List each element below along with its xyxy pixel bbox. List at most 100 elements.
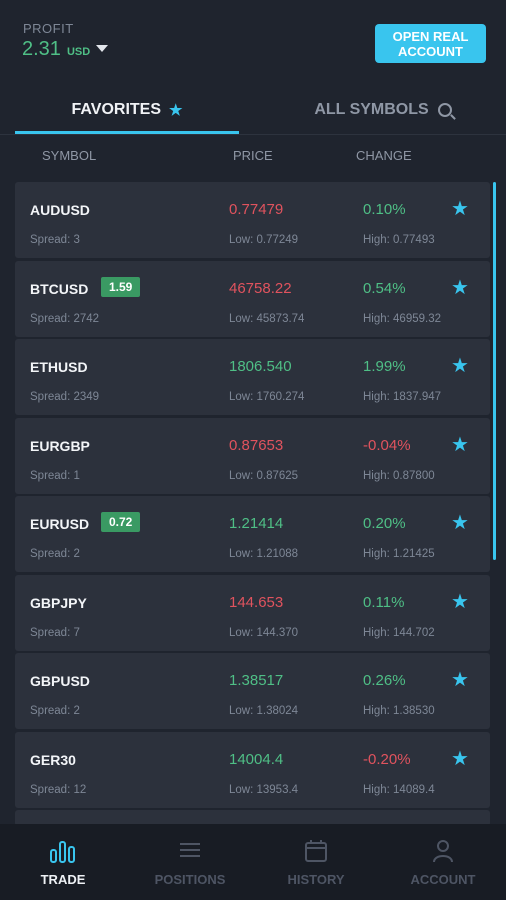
symbol-name: EURUSD xyxy=(30,516,90,532)
price-value: 1806.540 xyxy=(229,358,292,375)
change-value: -0.04% xyxy=(363,436,411,454)
nav-positions[interactable]: POSITIONS xyxy=(127,824,253,900)
spread-value: Spread: 2 xyxy=(30,705,80,717)
trade-chart-icon xyxy=(50,841,75,863)
symbol-row[interactable]: EURUSD 0.72 Spread: 2 1.21414 Low: 1.21088 0.… xyxy=(15,496,490,572)
divider xyxy=(0,134,506,135)
symbol-list: AUDUSD Spread: 3 0.77479 Low: 0.77249 0.10% H… xyxy=(15,182,490,829)
symbol-badge: 0.72 xyxy=(101,512,141,532)
low-value: Low: 1760.274 xyxy=(229,391,305,403)
change-value: 0.54% xyxy=(363,279,406,297)
low-value: Low: 0.77249 xyxy=(229,234,299,246)
high-value: High: 0.77493 xyxy=(363,234,435,246)
nav-account-label: ACCOUNT xyxy=(410,872,476,887)
profit-selector[interactable]: 2.31 USD xyxy=(22,38,109,61)
calendar-icon xyxy=(305,840,327,862)
spread-value: Spread: 2349 xyxy=(30,391,100,403)
change-value: 0.26% xyxy=(363,672,406,689)
change-value: 1.99% xyxy=(363,358,406,375)
favorite-star-icon[interactable]: ★ xyxy=(451,432,469,457)
price-value: 144.653 xyxy=(229,593,284,611)
change-value: 0.11% xyxy=(363,593,405,611)
column-header-price: PRICE xyxy=(233,148,273,163)
profit-value: 2.31 xyxy=(22,38,61,60)
symbol-badge: 1.59 xyxy=(101,276,141,297)
symbol-row[interactable]: BTCUSD 1.59 Spread: 2742 46758.22 Low: 45873… xyxy=(15,260,490,337)
favorite-star-icon[interactable]: ★ xyxy=(451,746,469,771)
nav-trade[interactable]: TRADE xyxy=(0,824,126,900)
price-value: 0.87653 xyxy=(229,436,284,454)
change-value: -0.20% xyxy=(363,750,411,768)
tab-all-symbols-label: ALL SYMBOLS xyxy=(314,101,429,118)
price-value: 0.77479 xyxy=(229,201,284,218)
tab-bar: FAVORITES ★ ALL SYMBOLS xyxy=(0,88,506,134)
star-icon: ★ xyxy=(169,102,183,119)
column-header-change: CHANGE xyxy=(356,148,412,163)
symbol-row[interactable]: GBPUSD Spread: 2 1.38517 Low: 1.38024 0.26% H… xyxy=(15,653,490,729)
favorite-star-icon[interactable]: ★ xyxy=(451,589,469,614)
low-value: Low: 45873.74 xyxy=(229,312,305,325)
high-value: High: 1.21425 xyxy=(363,548,435,560)
high-value: High: 0.87800 xyxy=(363,469,435,482)
top-bar: PROFIT 2.31 USD OPEN REAL ACCOUNT xyxy=(0,0,506,90)
nav-history-label: HISTORY xyxy=(287,872,345,887)
scrollbar[interactable] xyxy=(493,182,496,560)
column-header-symbol: SYMBOL xyxy=(42,148,97,163)
caret-down-icon[interactable] xyxy=(96,45,109,52)
tab-all-symbols[interactable]: ALL SYMBOLS xyxy=(260,88,506,132)
search-icon xyxy=(437,103,452,117)
price-value: 46758.22 xyxy=(229,279,292,297)
column-headers: SYMBOL PRICE CHANGE xyxy=(0,148,506,168)
symbol-name: BTCUSD xyxy=(30,280,89,297)
favorite-star-icon[interactable]: ★ xyxy=(451,353,469,378)
spread-value: Spread: 3 xyxy=(30,234,80,246)
symbol-row[interactable]: ETHUSD Spread: 2349 1806.540 Low: 1760.274 1… xyxy=(15,339,490,415)
favorite-star-icon[interactable]: ★ xyxy=(451,667,469,692)
symbol-name: GBPJPY xyxy=(30,594,87,611)
spread-value: Spread: 7 xyxy=(30,626,80,639)
favorite-star-icon[interactable]: ★ xyxy=(451,275,469,300)
symbol-name: EURGBP xyxy=(30,437,90,454)
nav-account[interactable]: ACCOUNT xyxy=(380,824,506,900)
spread-value: Spread: 1 xyxy=(30,469,80,482)
low-value: Low: 13953.4 xyxy=(229,783,299,796)
high-value: High: 14089.4 xyxy=(363,783,435,796)
spread-value: Spread: 2742 xyxy=(30,312,100,325)
tab-favorites-label: FAVORITES xyxy=(71,101,162,118)
change-value: 0.10% xyxy=(363,201,406,218)
symbol-row[interactable]: AUDUSD Spread: 3 0.77479 Low: 0.77249 0.10% H… xyxy=(15,182,490,258)
change-value: 0.20% xyxy=(363,515,406,532)
favorite-star-icon[interactable]: ★ xyxy=(451,510,469,535)
price-value: 1.21414 xyxy=(229,515,284,532)
symbol-row[interactable]: GER30 Spread: 12 14004.4 Low: 13953.4 -0.20%… xyxy=(15,731,490,808)
spread-value: Spread: 12 xyxy=(30,783,87,796)
open-real-account-button[interactable]: OPEN REAL ACCOUNT xyxy=(375,24,486,63)
low-value: Low: 0.87625 xyxy=(229,469,299,482)
high-value: High: 1.38530 xyxy=(363,705,435,717)
high-value: High: 1837.947 xyxy=(363,391,442,403)
price-value: 1.38517 xyxy=(229,672,284,689)
bottom-navigation: TRADE POSITIONS HISTORY ACCOUNT xyxy=(0,824,506,900)
high-value: High: 144.702 xyxy=(363,626,435,639)
favorite-star-icon[interactable]: ★ xyxy=(451,196,469,221)
tab-favorites[interactable]: FAVORITES ★ xyxy=(15,88,239,132)
nav-history[interactable]: HISTORY xyxy=(253,824,379,900)
symbol-name: GBPUSD xyxy=(30,673,90,689)
symbol-row[interactable]: GBPJPY Spread: 7 144.653 Low: 144.370 0.11% H… xyxy=(15,574,490,651)
user-icon xyxy=(433,840,453,863)
low-value: Low: 1.38024 xyxy=(229,705,299,717)
spread-value: Spread: 2 xyxy=(30,548,80,560)
price-value: 14004.4 xyxy=(229,750,284,768)
symbol-name: AUDUSD xyxy=(30,202,90,218)
high-value: High: 46959.32 xyxy=(363,312,442,325)
positions-list-icon xyxy=(180,843,200,857)
nav-positions-label: POSITIONS xyxy=(154,872,226,887)
profit-label: PROFIT xyxy=(23,21,74,36)
profit-currency: USD xyxy=(66,46,91,58)
nav-trade-label: TRADE xyxy=(40,872,86,887)
low-value: Low: 144.370 xyxy=(229,626,299,639)
low-value: Low: 1.21088 xyxy=(229,548,299,560)
symbol-name: GER30 xyxy=(30,751,76,768)
symbol-row[interactable]: EURGBP Spread: 1 0.87653 Low: 0.87625 -0.04%… xyxy=(15,417,490,494)
symbol-name: ETHUSD xyxy=(30,359,88,375)
